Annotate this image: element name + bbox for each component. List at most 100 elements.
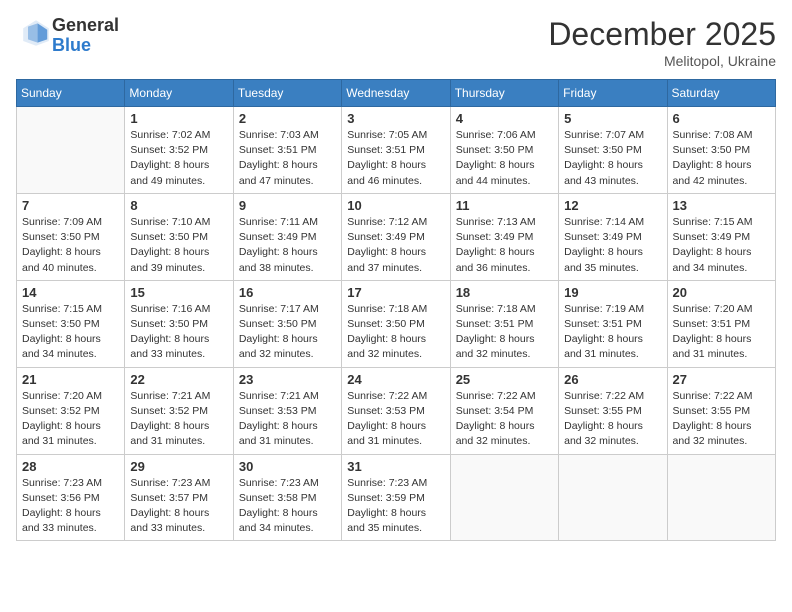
- day-info: Sunrise: 7:13 AMSunset: 3:49 PMDaylight:…: [456, 215, 553, 276]
- calendar-day-cell: 15 Sunrise: 7:16 AMSunset: 3:50 PMDayligh…: [125, 280, 233, 367]
- calendar-day-cell: 31Sunrise: 7:23 AMSunset: 3:59 PMDayligh…: [342, 454, 450, 541]
- logo-blue-text: Blue: [52, 35, 91, 55]
- day-number: 28: [22, 459, 119, 474]
- day-info: Sunrise: 7:08 AMSunset: 3:50 PMDaylight:…: [673, 128, 770, 189]
- calendar-day-cell: 30Sunrise: 7:23 AMSunset: 3:58 PMDayligh…: [233, 454, 341, 541]
- day-info: Sunrise: 7:14 AMSunset: 3:49 PMDaylight:…: [564, 215, 661, 276]
- calendar-week-row: 28 Sunrise: 7:23 AMSunset: 3:56 PMDayligh…: [17, 454, 776, 541]
- day-info: Sunrise: 7:18 AMSunset: 3:51 PMDaylight:…: [456, 302, 553, 363]
- day-info: Sunrise: 7:07 AMSunset: 3:50 PMDaylight:…: [564, 128, 661, 189]
- day-info: Sunrise: 7:10 AMSunset: 3:50 PMDaylight:…: [130, 215, 227, 276]
- day-number: 3: [347, 111, 444, 126]
- calendar-day-cell: 1 Sunrise: 7:02 AMSunset: 3:52 PMDaylight…: [125, 107, 233, 194]
- calendar-day-cell: 13 Sunrise: 7:15 AMSunset: 3:49 PMDayligh…: [667, 193, 775, 280]
- calendar-day-cell: 11Sunrise: 7:13 AMSunset: 3:49 PMDayligh…: [450, 193, 558, 280]
- location-subtitle: Melitopol, Ukraine: [548, 53, 776, 69]
- day-number: 23: [239, 372, 336, 387]
- day-info: Sunrise: 7:16 AMSunset: 3:50 PMDaylight:…: [130, 302, 227, 363]
- calendar-day-cell: 12 Sunrise: 7:14 AMSunset: 3:49 PMDayligh…: [559, 193, 667, 280]
- day-number: 19: [564, 285, 661, 300]
- calendar-table: SundayMondayTuesdayWednesdayThursdayFrid…: [16, 79, 776, 541]
- calendar-day-cell: [17, 107, 125, 194]
- header-row: SundayMondayTuesdayWednesdayThursdayFrid…: [17, 80, 776, 107]
- logo-icon: [20, 17, 52, 49]
- day-number: 24: [347, 372, 444, 387]
- calendar-day-cell: 10Sunrise: 7:12 AMSunset: 3:49 PMDayligh…: [342, 193, 450, 280]
- day-info: Sunrise: 7:22 AMSunset: 3:55 PMDaylight:…: [673, 389, 770, 450]
- calendar-day-cell: 25 Sunrise: 7:22 AMSunset: 3:54 PMDayligh…: [450, 367, 558, 454]
- weekday-header: Sunday: [17, 80, 125, 107]
- weekday-header: Saturday: [667, 80, 775, 107]
- day-number: 15: [130, 285, 227, 300]
- day-info: Sunrise: 7:17 AMSunset: 3:50 PMDaylight:…: [239, 302, 336, 363]
- day-info: Sunrise: 7:23 AMSunset: 3:56 PMDaylight:…: [22, 476, 119, 537]
- day-info: Sunrise: 7:22 AMSunset: 3:54 PMDaylight:…: [456, 389, 553, 450]
- calendar-day-cell: 2 Sunrise: 7:03 AMSunset: 3:51 PMDaylight…: [233, 107, 341, 194]
- weekday-header: Friday: [559, 80, 667, 107]
- calendar-day-cell: 4 Sunrise: 7:06 AMSunset: 3:50 PMDaylight…: [450, 107, 558, 194]
- calendar-week-row: 21Sunrise: 7:20 AMSunset: 3:52 PMDayligh…: [17, 367, 776, 454]
- day-number: 27: [673, 372, 770, 387]
- weekday-header: Thursday: [450, 80, 558, 107]
- day-info: Sunrise: 7:21 AMSunset: 3:53 PMDaylight:…: [239, 389, 336, 450]
- day-number: 17: [347, 285, 444, 300]
- calendar-day-cell: 29 Sunrise: 7:23 AMSunset: 3:57 PMDayligh…: [125, 454, 233, 541]
- day-info: Sunrise: 7:21 AMSunset: 3:52 PMDaylight:…: [130, 389, 227, 450]
- day-info: Sunrise: 7:19 AMSunset: 3:51 PMDaylight:…: [564, 302, 661, 363]
- calendar-week-row: 7 Sunrise: 7:09 AMSunset: 3:50 PMDaylight…: [17, 193, 776, 280]
- day-info: Sunrise: 7:02 AMSunset: 3:52 PMDaylight:…: [130, 128, 227, 189]
- day-info: Sunrise: 7:22 AMSunset: 3:55 PMDaylight:…: [564, 389, 661, 450]
- calendar-day-cell: 17Sunrise: 7:18 AMSunset: 3:50 PMDayligh…: [342, 280, 450, 367]
- day-number: 20: [673, 285, 770, 300]
- calendar-day-cell: 27 Sunrise: 7:22 AMSunset: 3:55 PMDayligh…: [667, 367, 775, 454]
- day-number: 18: [456, 285, 553, 300]
- title-block: December 2025 Melitopol, Ukraine: [548, 16, 776, 69]
- calendar-day-cell: 28 Sunrise: 7:23 AMSunset: 3:56 PMDayligh…: [17, 454, 125, 541]
- calendar-day-cell: [559, 454, 667, 541]
- day-number: 12: [564, 198, 661, 213]
- day-number: 29: [130, 459, 227, 474]
- calendar-day-cell: 26Sunrise: 7:22 AMSunset: 3:55 PMDayligh…: [559, 367, 667, 454]
- day-info: Sunrise: 7:09 AMSunset: 3:50 PMDaylight:…: [22, 215, 119, 276]
- calendar-day-cell: 8 Sunrise: 7:10 AMSunset: 3:50 PMDaylight…: [125, 193, 233, 280]
- calendar-day-cell: 19 Sunrise: 7:19 AMSunset: 3:51 PMDayligh…: [559, 280, 667, 367]
- day-number: 2: [239, 111, 336, 126]
- day-number: 6: [673, 111, 770, 126]
- day-number: 1: [130, 111, 227, 126]
- calendar-day-cell: 14Sunrise: 7:15 AMSunset: 3:50 PMDayligh…: [17, 280, 125, 367]
- day-info: Sunrise: 7:23 AMSunset: 3:57 PMDaylight:…: [130, 476, 227, 537]
- calendar-day-cell: 5 Sunrise: 7:07 AMSunset: 3:50 PMDaylight…: [559, 107, 667, 194]
- calendar-week-row: 1 Sunrise: 7:02 AMSunset: 3:52 PMDaylight…: [17, 107, 776, 194]
- day-number: 4: [456, 111, 553, 126]
- day-number: 5: [564, 111, 661, 126]
- weekday-header: Tuesday: [233, 80, 341, 107]
- day-number: 9: [239, 198, 336, 213]
- day-number: 10: [347, 198, 444, 213]
- day-number: 13: [673, 198, 770, 213]
- calendar-body: 1 Sunrise: 7:02 AMSunset: 3:52 PMDaylight…: [17, 107, 776, 541]
- month-title: December 2025: [548, 16, 776, 53]
- day-info: Sunrise: 7:20 AMSunset: 3:52 PMDaylight:…: [22, 389, 119, 450]
- weekday-header: Wednesday: [342, 80, 450, 107]
- calendar-day-cell: 6 Sunrise: 7:08 AMSunset: 3:50 PMDaylight…: [667, 107, 775, 194]
- calendar-day-cell: 24Sunrise: 7:22 AMSunset: 3:53 PMDayligh…: [342, 367, 450, 454]
- day-info: Sunrise: 7:15 AMSunset: 3:49 PMDaylight:…: [673, 215, 770, 276]
- day-number: 7: [22, 198, 119, 213]
- day-number: 30: [239, 459, 336, 474]
- day-number: 25: [456, 372, 553, 387]
- page-header: General Blue December 2025 Melitopol, Uk…: [16, 16, 776, 69]
- calendar-day-cell: 3Sunrise: 7:05 AMSunset: 3:51 PMDaylight…: [342, 107, 450, 194]
- logo-general-text: General: [52, 15, 119, 35]
- calendar-header: SundayMondayTuesdayWednesdayThursdayFrid…: [17, 80, 776, 107]
- calendar-day-cell: 18 Sunrise: 7:18 AMSunset: 3:51 PMDayligh…: [450, 280, 558, 367]
- day-number: 8: [130, 198, 227, 213]
- day-number: 22: [130, 372, 227, 387]
- day-info: Sunrise: 7:03 AMSunset: 3:51 PMDaylight:…: [239, 128, 336, 189]
- calendar-day-cell: 16Sunrise: 7:17 AMSunset: 3:50 PMDayligh…: [233, 280, 341, 367]
- day-info: Sunrise: 7:06 AMSunset: 3:50 PMDaylight:…: [456, 128, 553, 189]
- calendar-day-cell: 21Sunrise: 7:20 AMSunset: 3:52 PMDayligh…: [17, 367, 125, 454]
- calendar-day-cell: 20Sunrise: 7:20 AMSunset: 3:51 PMDayligh…: [667, 280, 775, 367]
- day-info: Sunrise: 7:23 AMSunset: 3:59 PMDaylight:…: [347, 476, 444, 537]
- calendar-day-cell: [667, 454, 775, 541]
- calendar-day-cell: 22 Sunrise: 7:21 AMSunset: 3:52 PMDayligh…: [125, 367, 233, 454]
